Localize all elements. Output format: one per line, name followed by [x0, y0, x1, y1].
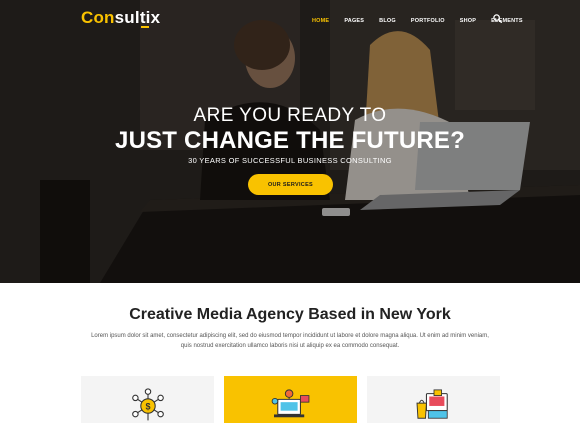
service-card[interactable]: $ [81, 376, 214, 423]
hero-subheading: 30 YEARS OF SUCCESSFUL BUSINESS CONSULTI… [188, 156, 392, 165]
nav-item-pages[interactable]: PAGES [344, 18, 364, 24]
section-title: Creative Media Agency Based in New York [129, 306, 451, 323]
main-navigation: HOME PAGES BLOG PORTFOLIO SHOP ELEMENTS [312, 16, 538, 26]
online-shopping-icon [415, 389, 448, 419]
dollar-network-icon: $ [131, 388, 164, 421]
our-services-button[interactable]: OUR SERVICES [248, 174, 333, 195]
logo-underline [141, 26, 149, 28]
svg-text:$: $ [145, 402, 150, 412]
service-card[interactable] [367, 376, 500, 423]
nav-item-portfolio[interactable]: PORTFOLIO [411, 18, 445, 24]
hero-heading-main: JUST CHANGE THE FUTURE? [115, 127, 465, 154]
hero-heading-top: ARE YOU READY TO [193, 105, 387, 126]
section-description-line-1: Lorem ipsum dolor sit amet, consectetur … [91, 333, 489, 339]
service-card-highlighted[interactable] [224, 376, 357, 423]
marketing-tools-icon [271, 389, 309, 418]
logo-text-accent: Con [81, 8, 115, 27]
nav-item-blog[interactable]: BLOG [379, 18, 396, 24]
section-description-line-2: quis nostrud exercitation ullamco labori… [180, 343, 400, 349]
logo-text: sultix [114, 8, 161, 27]
nav-item-shop[interactable]: SHOP [460, 18, 476, 24]
search-icon[interactable] [493, 14, 502, 23]
section-description: Lorem ipsum dolor sit amet, consectetur … [90, 331, 490, 351]
nav-item-home[interactable]: HOME [312, 18, 329, 24]
